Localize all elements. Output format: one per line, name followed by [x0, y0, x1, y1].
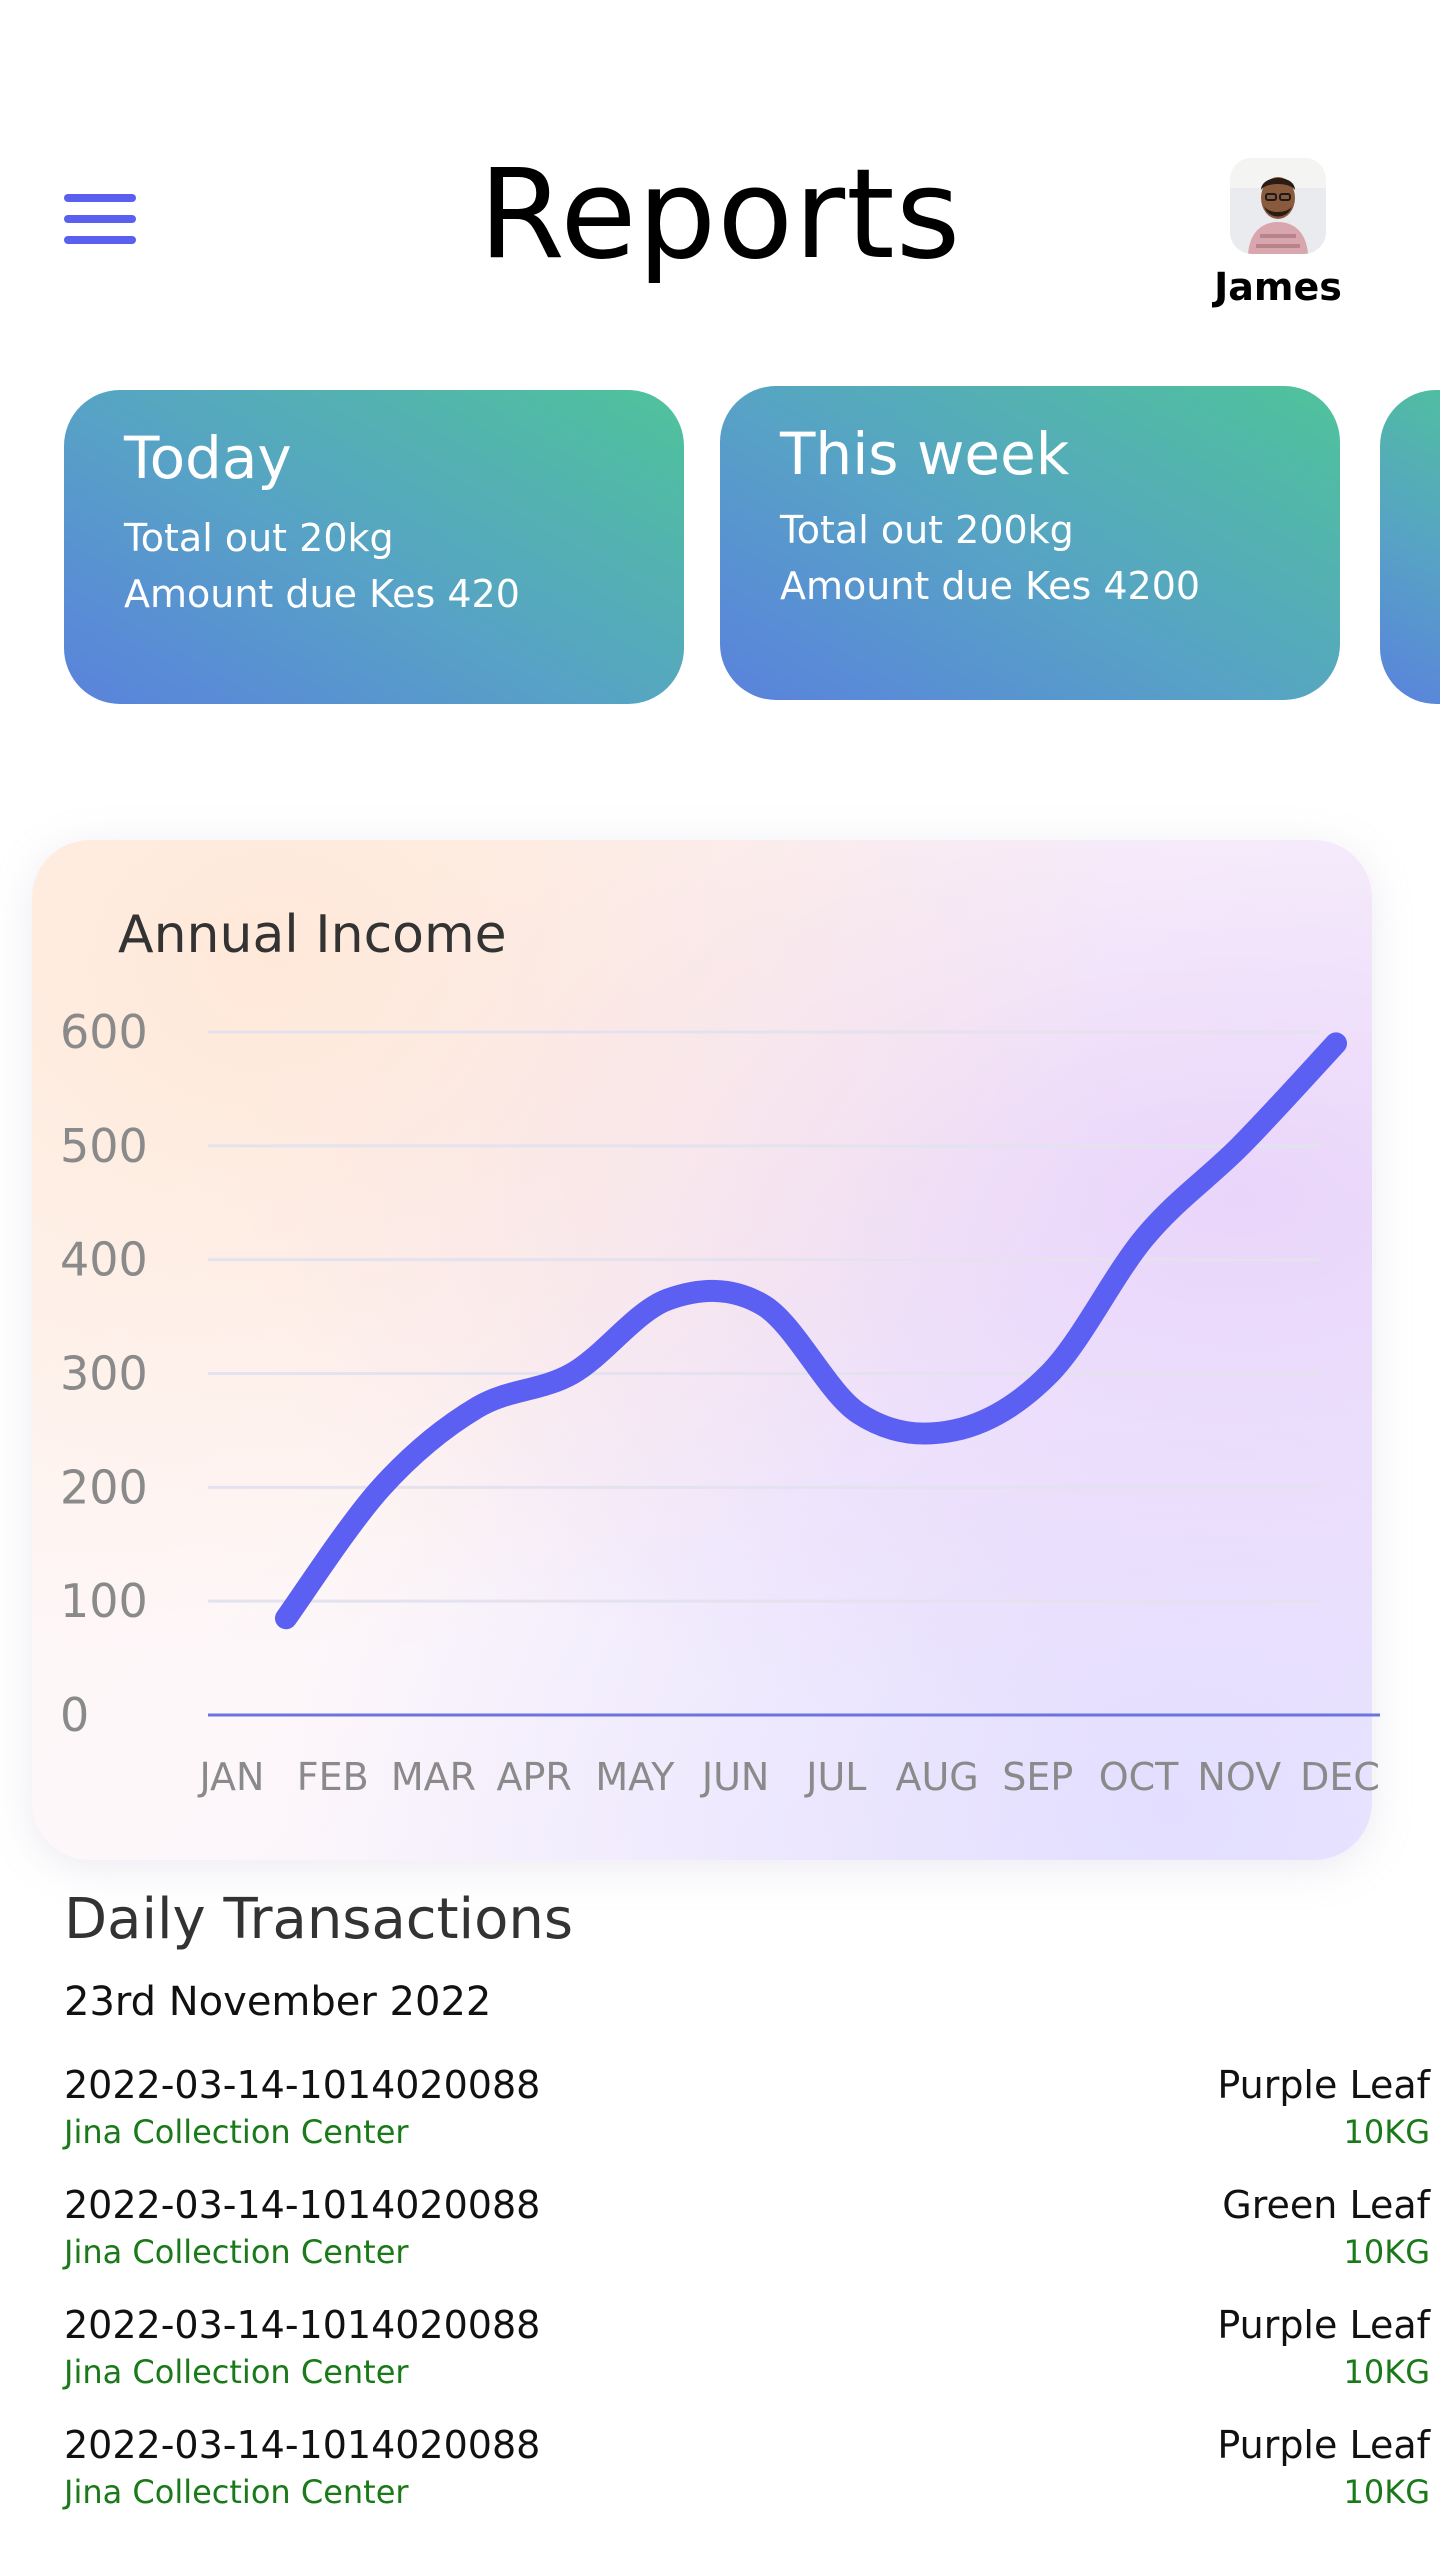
- transaction-id: 2022-03-14-1014020088: [64, 2423, 541, 2467]
- avatar[interactable]: [1230, 158, 1326, 254]
- card-title: Today: [124, 424, 292, 492]
- collection-center: Jina Collection Center: [64, 2473, 409, 2511]
- collection-center: Jina Collection Center: [64, 2233, 409, 2271]
- leaf-weight: 10KG: [1343, 2353, 1431, 2391]
- next-summary-card-peek[interactable]: [1380, 390, 1440, 704]
- card-title: This week: [780, 420, 1070, 488]
- transaction-row[interactable]: 2022-03-14-1014020088 Jina Collection Ce…: [64, 2180, 1430, 2280]
- leaf-type: Purple Leaf: [1217, 2423, 1430, 2467]
- week-summary-card[interactable]: This week Total out 200kg Amount due Kes…: [720, 386, 1340, 700]
- user-name: James: [1214, 265, 1342, 309]
- amount-due: Amount due Kes 4200: [780, 564, 1201, 608]
- today-summary-card[interactable]: Today Total out 20kg Amount due Kes 420: [64, 390, 684, 704]
- leaf-type: Green Leaf: [1222, 2183, 1430, 2227]
- transaction-row[interactable]: 2022-03-14-1014020088 Jina Collection Ce…: [64, 2060, 1430, 2160]
- amount-due: Amount due Kes 420: [124, 572, 520, 616]
- transaction-row[interactable]: 2022-03-14-1014020088 Jina Collection Ce…: [64, 2420, 1430, 2520]
- leaf-type: Purple Leaf: [1217, 2063, 1430, 2107]
- transaction-id: 2022-03-14-1014020088: [64, 2303, 541, 2347]
- leaf-weight: 10KG: [1343, 2113, 1431, 2151]
- transactions-date: 23rd November 2022: [64, 1979, 492, 2025]
- transaction-id: 2022-03-14-1014020088: [64, 2183, 541, 2227]
- leaf-type: Purple Leaf: [1217, 2303, 1430, 2347]
- total-out: Total out 20kg: [124, 516, 394, 560]
- annual-income-chart-card: [32, 840, 1372, 1860]
- leaf-weight: 10KG: [1343, 2233, 1431, 2271]
- transaction-row[interactable]: 2022-03-14-1014020088 Jina Collection Ce…: [64, 2300, 1430, 2400]
- transaction-id: 2022-03-14-1014020088: [64, 2063, 541, 2107]
- total-out: Total out 200kg: [780, 508, 1074, 552]
- chart-title: Annual Income: [118, 905, 507, 965]
- leaf-weight: 10KG: [1343, 2473, 1431, 2511]
- daily-transactions-title: Daily Transactions: [64, 1887, 574, 1952]
- collection-center: Jina Collection Center: [64, 2113, 409, 2151]
- collection-center: Jina Collection Center: [64, 2353, 409, 2391]
- user-photo-icon: [1230, 158, 1326, 254]
